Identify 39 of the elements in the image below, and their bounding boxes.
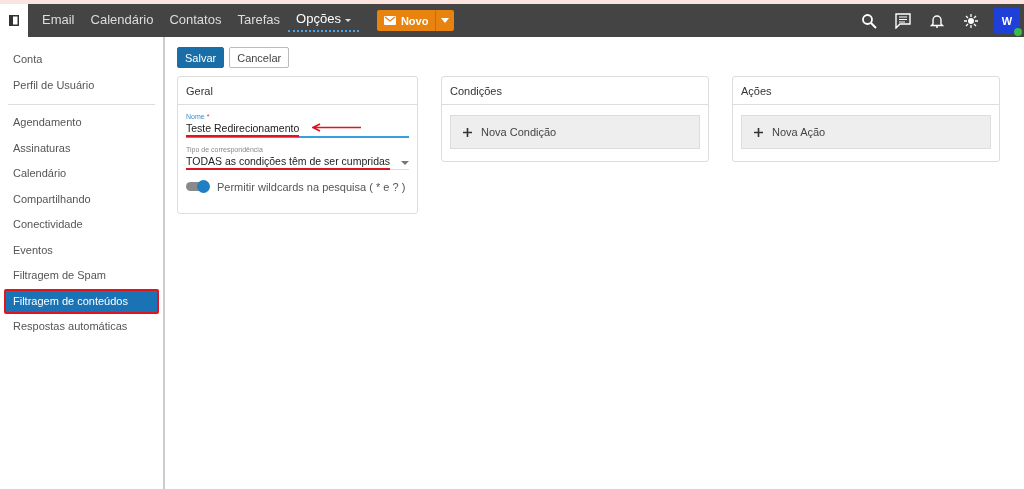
nav-tab[interactable]: Email bbox=[34, 9, 83, 32]
sidebar-item[interactable]: Calendário bbox=[4, 161, 159, 187]
sidebar-toggle-icon[interactable] bbox=[9, 15, 19, 26]
name-field[interactable]: Teste Redirecionamento bbox=[186, 120, 409, 138]
cancel-button[interactable]: Cancelar bbox=[229, 47, 290, 68]
sidebar-item[interactable]: Eventos bbox=[4, 237, 159, 263]
nav-tab[interactable]: Tarefas bbox=[229, 9, 289, 32]
wildcards-toggle[interactable] bbox=[186, 180, 210, 193]
chat-icon[interactable] bbox=[895, 12, 911, 29]
add-button[interactable]: Nova Ação bbox=[741, 115, 991, 149]
sidebar-item[interactable]: Conectividade bbox=[4, 212, 159, 238]
plus-icon bbox=[754, 127, 763, 137]
sidebar-item[interactable]: Conta bbox=[4, 47, 159, 73]
sidebar-item[interactable]: Filtragem de conteúdos bbox=[4, 288, 159, 314]
bell-icon[interactable] bbox=[929, 12, 945, 29]
sidebar-item[interactable]: Respostas automáticas bbox=[4, 314, 159, 340]
caret-icon bbox=[401, 161, 409, 165]
nav-tab[interactable]: Calendário bbox=[82, 9, 162, 32]
sidebar-item[interactable]: Filtragem de Spam bbox=[4, 263, 159, 289]
caret-icon bbox=[344, 18, 351, 22]
avatar[interactable]: W bbox=[994, 7, 1020, 34]
save-button[interactable]: Salvar bbox=[177, 47, 225, 68]
card-title: Geral bbox=[186, 84, 213, 97]
toggle-label: Permitir wildcards na pesquisa ( * e ? ) bbox=[217, 180, 406, 193]
sidebar-item[interactable]: Compartilhando bbox=[4, 186, 159, 212]
envelope-icon bbox=[383, 16, 396, 25]
plus-icon bbox=[463, 127, 472, 137]
search-icon[interactable] bbox=[861, 12, 877, 29]
sidebar-item[interactable]: Assinaturas bbox=[4, 135, 159, 161]
sidebar-item[interactable]: Agendamento bbox=[4, 110, 159, 136]
card-title: Condições bbox=[450, 84, 502, 97]
sun-icon[interactable] bbox=[963, 12, 979, 29]
nav-tab[interactable]: Opções bbox=[288, 9, 359, 32]
nav-tab[interactable]: Contatos bbox=[161, 9, 230, 32]
match-type-select[interactable]: TODAS as condições têm de ser cumpridas bbox=[186, 153, 409, 170]
sidebar-item[interactable]: Perfil de Usuário bbox=[4, 72, 159, 98]
caret-icon bbox=[441, 18, 450, 23]
add-button[interactable]: Nova Condição bbox=[450, 115, 700, 149]
card-title: Ações bbox=[741, 84, 772, 97]
